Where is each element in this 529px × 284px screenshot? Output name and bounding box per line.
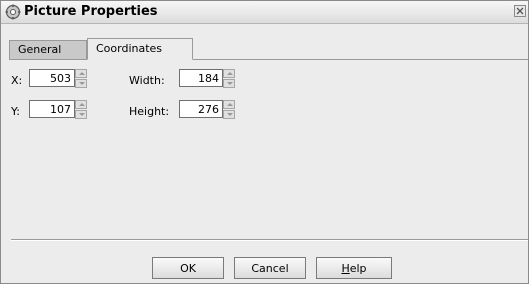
height-input[interactable]: 276 [179,100,223,118]
height-spinner: 276 [179,100,237,120]
width-spinner: 184 [179,69,237,89]
help-label-rest: elp [349,262,367,275]
y-label: Y: [11,105,20,118]
x-spinner: 503 [29,69,87,89]
y-spinner: 107 [29,100,87,120]
tab-coordinates[interactable]: Coordinates [87,38,193,60]
ok-button[interactable]: OK [152,257,224,279]
tab-general[interactable]: General [9,40,87,59]
width-decrement-button[interactable] [223,79,235,88]
title-bar[interactable]: Picture Properties [1,1,528,24]
y-decrement-button[interactable] [75,110,87,119]
x-decrement-button[interactable] [75,79,87,88]
x-spin-arrows [75,69,87,89]
button-divider [11,239,528,241]
y-spin-arrows [75,100,87,120]
height-spin-arrows [223,100,235,120]
y-input[interactable]: 107 [29,100,75,118]
width-label: Width: [129,74,165,87]
close-icon[interactable] [514,5,526,17]
cancel-button[interactable]: Cancel [234,257,306,279]
dialog-window: Picture Properties General Coordinates X… [0,0,529,284]
gear-icon [5,4,21,20]
height-label: Height: [129,105,170,118]
width-increment-button[interactable] [223,69,235,78]
x-increment-button[interactable] [75,69,87,78]
width-input[interactable]: 184 [179,69,223,87]
width-spin-arrows [223,69,235,89]
x-input[interactable]: 503 [29,69,75,87]
help-button[interactable]: Help [316,257,392,279]
height-decrement-button[interactable] [223,110,235,119]
height-increment-button[interactable] [223,100,235,109]
window-title: Picture Properties [24,4,158,19]
x-label: X: [11,74,23,87]
y-increment-button[interactable] [75,100,87,109]
help-mnemonic: H [341,262,350,275]
